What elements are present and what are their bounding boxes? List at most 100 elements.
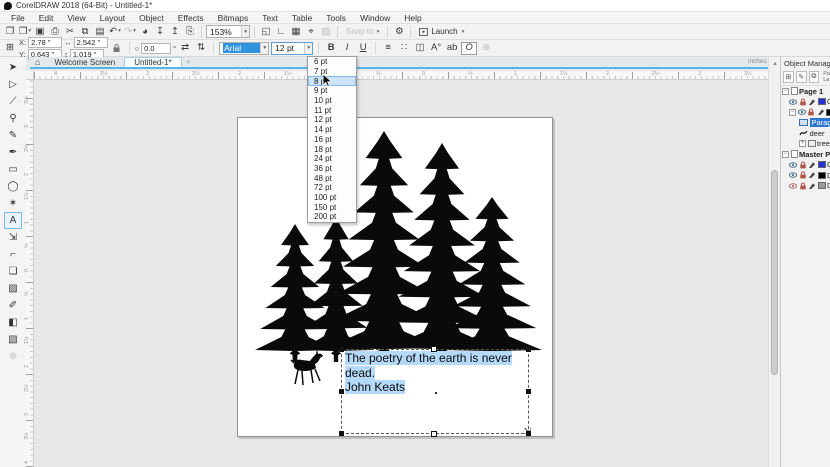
character-formatting-button[interactable]: A° (429, 41, 443, 55)
visibility-eye-icon[interactable] (789, 161, 797, 169)
pen-icon[interactable] (808, 171, 816, 179)
menu-object[interactable]: Object (132, 13, 171, 23)
snap-to-objects-button[interactable]: ⌖ (304, 25, 318, 39)
text-tool[interactable]: A (4, 212, 22, 229)
layer-manager-view-button[interactable]: ⊞ (783, 71, 794, 83)
document-page[interactable]: The poetry of the earth is never dead. J… (237, 117, 553, 437)
font-size-option[interactable]: 150 pt (308, 202, 356, 212)
snap-to-button[interactable]: Snap to ▾ (342, 27, 383, 36)
lock-icon[interactable] (799, 182, 807, 190)
visibility-eye-icon[interactable] (789, 98, 797, 106)
menu-effects[interactable]: Effects (171, 13, 211, 23)
menu-table[interactable]: Table (285, 13, 319, 23)
chevron-down-icon[interactable]: ▾ (304, 43, 312, 54)
vertical-scrollbar[interactable]: ▲ (768, 57, 780, 467)
object-manager-row[interactable]: Guides (781, 97, 830, 108)
outline-button[interactable]: O (461, 42, 477, 55)
paragraph-text[interactable]: The poetry of the earth is never dead. J… (345, 351, 527, 395)
drop-shadow-tool[interactable]: ❏ (4, 263, 22, 280)
font-size-option[interactable]: 100 pt (308, 193, 356, 203)
zoom-level-combo[interactable]: 153% ▾ (206, 25, 250, 38)
mirror-horizontal-button[interactable]: ⇄ (178, 41, 192, 55)
edit-text-button[interactable]: ab (445, 41, 459, 55)
search-content-button[interactable]: ◕ (138, 25, 152, 39)
edit-across-layers-button[interactable]: ⧉ (809, 71, 820, 83)
options-button[interactable]: ⚙ (392, 25, 406, 39)
expand-toggle-icon[interactable]: − (789, 109, 796, 116)
text-overflow-icon[interactable]: ⇲ (523, 426, 531, 437)
polygon-tool[interactable]: ✶ (4, 195, 22, 212)
selection-handle[interactable] (339, 431, 344, 436)
expand-toggle-icon[interactable]: − (782, 151, 789, 158)
pen-icon[interactable] (808, 182, 816, 190)
font-size-option[interactable]: 6 pt (308, 57, 356, 67)
visibility-eye-icon[interactable] (789, 171, 797, 179)
menu-view[interactable]: View (60, 13, 92, 23)
object-label[interactable]: Page 1 (799, 87, 823, 96)
export-button[interactable]: ↥ (168, 25, 182, 39)
font-size-option[interactable]: 14 pt (308, 125, 356, 135)
artistic-media-tool[interactable]: ✒ (4, 144, 22, 161)
crop-tool[interactable]: ⟋ (4, 93, 22, 110)
new-tab-button[interactable]: + (182, 57, 195, 67)
fullscreen-preview-button[interactable]: ◱ (259, 25, 273, 39)
font-size-option[interactable]: 72 pt (308, 183, 356, 193)
font-size-option[interactable]: 200 pt (308, 212, 356, 222)
object-manager-row[interactable]: Document Grid (781, 181, 830, 192)
shape-tool[interactable]: ▷ (4, 76, 22, 93)
lock-icon[interactable] (807, 108, 815, 116)
font-size-option[interactable]: 24 pt (308, 154, 356, 164)
menu-text[interactable]: Text (255, 13, 285, 23)
expand-toggle-icon[interactable]: − (782, 88, 789, 95)
pen-icon[interactable] (808, 161, 816, 169)
chevron-down-icon[interactable]: ▾ (241, 26, 249, 37)
object-manager-row[interactable]: − Page 1 (781, 86, 830, 97)
scrollbar-thumb[interactable] (771, 170, 778, 375)
menu-bitmaps[interactable]: Bitmaps (211, 13, 256, 23)
undo-button[interactable]: ↶▾ (108, 25, 122, 39)
vertical-ruler[interactable]: 3½32½21½1½0½11½22½33½4 (26, 80, 34, 467)
ellipse-tool[interactable]: ◯ (4, 178, 22, 195)
object-label[interactable]: trees (817, 139, 830, 148)
paragraph-text-frame[interactable]: The poetry of the earth is never dead. J… (341, 349, 529, 434)
font-size-option[interactable]: 48 pt (308, 173, 356, 183)
font-size-option[interactable]: 12 pt (308, 115, 356, 125)
object-manager-row[interactable]: Paragraph Text (781, 118, 830, 129)
document-tab[interactable]: Untitled-1* (124, 57, 181, 67)
bulleted-list-button[interactable]: ∷ (397, 41, 411, 55)
font-size-combo[interactable]: 12 pt ▾ (271, 42, 313, 55)
transparency-tool[interactable]: ▨ (4, 280, 22, 297)
publish-pdf-button[interactable]: ⎘ (183, 25, 197, 39)
mirror-vertical-button[interactable]: ⇅ (194, 41, 208, 55)
rotation-angle-field[interactable]: 0.0 (141, 43, 171, 54)
object-width-field[interactable]: 2.542 " (74, 37, 108, 48)
new-document-button[interactable]: ❐ (3, 25, 17, 39)
text-alignment-button[interactable]: ≡ (381, 41, 395, 55)
lock-ratio-button[interactable] (110, 41, 124, 55)
menu-tools[interactable]: Tools (319, 13, 353, 23)
font-size-option[interactable]: 36 pt (308, 164, 356, 174)
selection-handle[interactable] (339, 389, 344, 394)
font-size-option[interactable]: 18 pt (308, 144, 356, 154)
object-manager-row[interactable]: deer (781, 128, 830, 139)
text-flow-tab-bottom[interactable] (431, 431, 437, 437)
expand-toggle-icon[interactable]: + (799, 140, 806, 147)
object-label[interactable]: deer (810, 129, 825, 138)
horizontal-ruler[interactable]: 43½32½21½1½0½11½22½33½ (34, 71, 768, 80)
interactive-fill-tool[interactable]: ◧ (4, 314, 22, 331)
object-manager-row[interactable]: −Layer 1 (781, 107, 830, 118)
menu-layout[interactable]: Layout (93, 13, 133, 23)
home-tab[interactable]: ⌂ (30, 57, 45, 67)
menu-edit[interactable]: Edit (32, 13, 61, 23)
text-flow-tab-top[interactable] (431, 346, 437, 352)
import-button[interactable]: ↧ (153, 25, 167, 39)
connector-tool[interactable]: ⌐ (4, 246, 22, 263)
pen-icon[interactable] (817, 108, 825, 116)
underline-button[interactable]: U (356, 41, 370, 55)
menu-window[interactable]: Window (353, 13, 397, 23)
object-manager-row[interactable]: Desktop (781, 170, 830, 181)
selection-handle[interactable] (526, 347, 531, 352)
font-list-combo[interactable]: Arial ▾ (219, 42, 269, 55)
show-grid-button[interactable]: ▦ (289, 25, 303, 39)
smart-fill-tool[interactable]: ▧ (4, 331, 22, 348)
